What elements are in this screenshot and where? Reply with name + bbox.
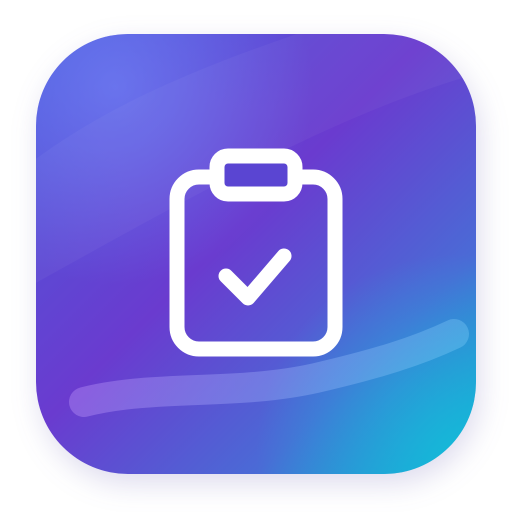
icon-stage: [0, 0, 512, 512]
app-icon[interactable]: [36, 34, 476, 474]
clipboard-clip: [209, 148, 303, 202]
app-icon-artwork: [36, 34, 476, 474]
